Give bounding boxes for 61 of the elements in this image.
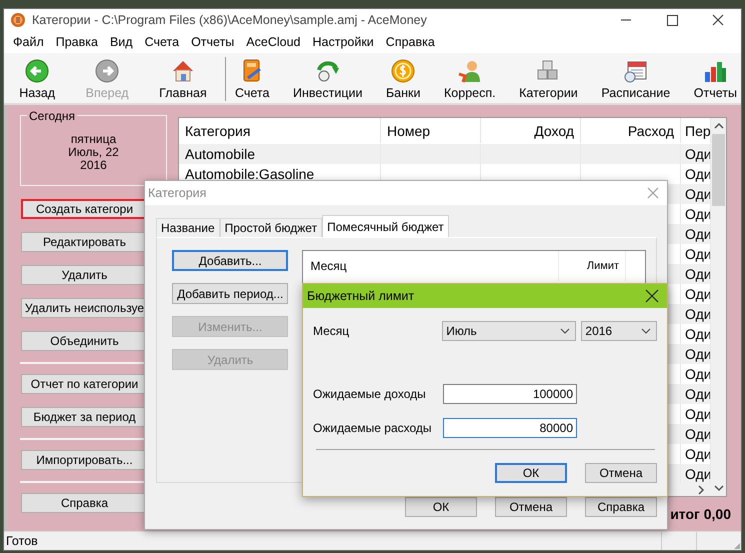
- menu-item[interactable]: Счета: [138, 35, 186, 49]
- scroll-right-icon[interactable]: [697, 485, 705, 495]
- group-label: Сегодня: [27, 109, 77, 123]
- dialog-button[interactable]: ОК: [495, 463, 567, 483]
- tab[interactable]: Название: [156, 218, 220, 237]
- dialog-button[interactable]: Добавить...: [172, 250, 288, 271]
- toolbar-button[interactable]: Назад: [17, 53, 58, 103]
- menu-item[interactable]: Файл: [7, 35, 50, 49]
- date-text: пятница: [70, 133, 116, 146]
- toolbar-button[interactable]: Категории: [517, 53, 580, 103]
- app-logo-icon: [10, 12, 26, 28]
- dialog-button[interactable]: Отмена: [495, 497, 567, 517]
- date-text: 2016: [80, 159, 107, 172]
- tab[interactable]: Помесячный бюджет: [322, 215, 449, 237]
- menu-item[interactable]: AceCloud: [240, 35, 306, 49]
- toolbar-button[interactable]: Отчеты: [692, 53, 739, 103]
- field-label: Ожидаемые доходы: [313, 387, 427, 401]
- total-text: итог 0,00: [670, 506, 731, 522]
- column-header[interactable]: Месяц: [303, 259, 558, 273]
- close-icon[interactable]: [645, 289, 659, 303]
- dropdown[interactable]: Июль: [442, 321, 576, 341]
- tab[interactable]: Простой бюджет: [220, 218, 322, 237]
- person-icon: [456, 58, 483, 84]
- dialog-button[interactable]: Отмена: [585, 463, 657, 483]
- chevron-icon: [641, 328, 651, 334]
- scrollbar-thumb[interactable]: [712, 134, 725, 206]
- toolbar-button[interactable]: Расписание: [599, 53, 672, 103]
- column-header[interactable]: Доход: [481, 118, 581, 143]
- menu-item[interactable]: Отчеты: [185, 35, 240, 49]
- input-field[interactable]: 80000: [443, 418, 577, 438]
- dialog-button[interactable]: ОК: [405, 497, 477, 517]
- column-header[interactable]: Номер: [381, 118, 481, 143]
- scroll-up-icon[interactable]: [714, 122, 724, 130]
- menu-item[interactable]: Справка: [380, 35, 441, 49]
- chevron-icon: [560, 328, 570, 334]
- table-cell: Automobile: [179, 144, 381, 164]
- status-text: Готов: [5, 534, 39, 548]
- window-title: Категории - C:\Program Files (x86)\AceMoney\sample.amj - AceMoney: [32, 13, 428, 27]
- dialog-button[interactable]: Добавить период...: [172, 283, 288, 304]
- date-text: Июль, 22: [68, 146, 119, 159]
- dialog-title: Категория: [148, 186, 206, 200]
- menu-item[interactable]: Настройки: [306, 35, 380, 49]
- menu-item[interactable]: Правка: [50, 35, 104, 49]
- field-label: Месяц: [313, 324, 350, 338]
- scroll-down-icon[interactable]: [714, 484, 724, 492]
- toolbar-button[interactable]: Инвестиции: [291, 53, 364, 103]
- dropdown[interactable]: 2016: [581, 321, 657, 341]
- field-label: Ожидаемые расходы: [313, 421, 433, 435]
- vertical-scrollbar[interactable]: [711, 118, 726, 496]
- coin-icon: [390, 58, 416, 84]
- input-field[interactable]: 100000: [443, 384, 577, 404]
- toolbar-button[interactable]: Счета: [233, 53, 272, 103]
- toolbar-button[interactable]: Банки: [384, 53, 422, 103]
- dialog-title: Бюджетный лимит: [307, 289, 414, 303]
- toolbar-button[interactable]: Главная: [157, 53, 209, 103]
- column-header[interactable]: Категория: [179, 118, 381, 143]
- dialog-button[interactable]: Справка: [585, 497, 657, 517]
- column-header[interactable]: Лимит: [558, 251, 625, 281]
- menu-item[interactable]: Вид: [104, 35, 139, 49]
- toolbar-button[interactable]: Корресп.: [442, 53, 498, 103]
- column-header[interactable]: Расход: [581, 118, 681, 143]
